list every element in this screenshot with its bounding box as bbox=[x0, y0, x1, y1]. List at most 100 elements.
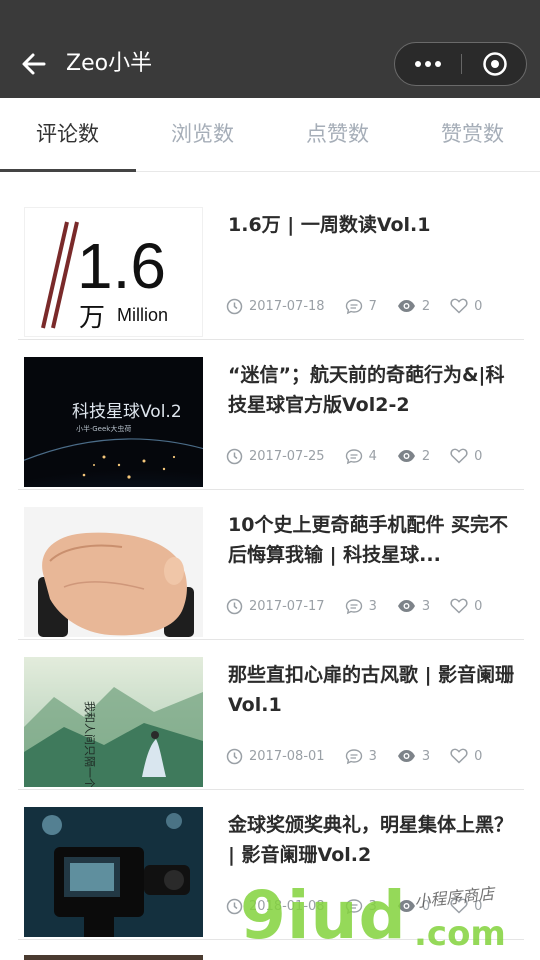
eye-icon bbox=[397, 600, 415, 612]
heart-icon bbox=[450, 748, 468, 764]
meta-likes: 0 bbox=[450, 298, 482, 314]
meta-comments: 3 bbox=[345, 898, 377, 915]
tab-likes[interactable]: 点赞数 bbox=[270, 98, 405, 172]
meta-likes: 0 bbox=[450, 448, 482, 464]
heart-icon bbox=[450, 598, 468, 614]
like-count: 0 bbox=[474, 748, 483, 764]
meta-likes: 0 bbox=[450, 898, 482, 914]
thumbnail-unit: 万 bbox=[79, 303, 105, 333]
thumbnail-heading: 科技星球Vol.2 bbox=[72, 402, 182, 422]
meta-date: 2018-01-08 bbox=[226, 898, 325, 915]
clock-icon bbox=[226, 598, 243, 614]
comment-icon bbox=[345, 748, 362, 764]
mini-program-capsule bbox=[394, 42, 527, 86]
tab-views[interactable]: 浏览数 bbox=[135, 98, 270, 172]
article-meta: 2017-07-25 4 2 0 bbox=[226, 446, 502, 466]
meta-date: 2017-07-17 bbox=[226, 598, 325, 615]
meta-comments: 7 bbox=[345, 298, 377, 315]
eye-icon bbox=[397, 900, 415, 912]
meta-likes: 0 bbox=[450, 598, 482, 614]
meta-date: 2017-08-01 bbox=[226, 748, 325, 765]
view-count: 3 bbox=[421, 598, 431, 614]
meta-comments: 4 bbox=[345, 448, 377, 465]
comment-count: 3 bbox=[368, 598, 377, 614]
comment-count: 7 bbox=[368, 298, 377, 314]
eye-icon bbox=[397, 450, 415, 462]
list-item[interactable]: 1.6 万 Million 1.6万 | 一周数读Vol.1 2017-07-1… bbox=[18, 190, 524, 340]
date-text: 2017-07-25 bbox=[249, 448, 325, 464]
more-button[interactable] bbox=[395, 43, 461, 85]
article-thumbnail: 科技星球Vol.2 小半·Geek大虫荷 bbox=[24, 357, 203, 487]
thumbnail-graphic bbox=[38, 532, 194, 637]
comment-icon bbox=[345, 298, 362, 314]
article-meta: 2017-07-17 3 3 0 bbox=[226, 596, 502, 616]
article-meta: 2017-07-18 7 2 0 bbox=[226, 296, 502, 316]
target-close-icon bbox=[483, 52, 507, 76]
view-count: 3 bbox=[421, 748, 431, 764]
dot-icon bbox=[435, 61, 441, 67]
article-title: 那些直扣心扉的古风歌 | 影音阑珊Vol.1 bbox=[228, 664, 515, 716]
comment-icon bbox=[345, 898, 362, 914]
like-count: 0 bbox=[474, 898, 483, 914]
eye-icon bbox=[397, 750, 415, 762]
thumbnail-calligraphy: 我和人间只隔一个你 bbox=[83, 701, 96, 787]
clock-icon bbox=[226, 298, 243, 314]
heart-icon bbox=[450, 298, 468, 314]
dot-icon bbox=[415, 61, 421, 67]
heart-icon bbox=[450, 898, 468, 914]
article-title: 金球奖颁奖典礼，明星集体上黑？ | 影音阑珊Vol.2 bbox=[228, 814, 514, 866]
meta-views: 2 bbox=[397, 299, 430, 314]
view-count: 0 bbox=[421, 898, 431, 914]
like-count: 0 bbox=[474, 598, 483, 614]
view-count: 2 bbox=[421, 448, 431, 464]
article-title: “迷信”；航天前的奇葩行为&|科技星球官方版Vol2-2 bbox=[228, 364, 505, 416]
nav-bar: Zeo小半 bbox=[0, 30, 540, 98]
article-title: 1.6万 | 一周数读Vol.1 bbox=[228, 214, 431, 236]
active-tab-indicator bbox=[0, 169, 136, 172]
view-count: 2 bbox=[421, 298, 431, 314]
comment-icon bbox=[345, 598, 362, 614]
list-item[interactable]: 我和人间只隔一个你 那些直扣心扉的古风歌 | 影音阑珊Vol.1 2017-08… bbox=[18, 640, 524, 790]
article-thumbnail bbox=[24, 807, 203, 937]
meta-views: 3 bbox=[397, 599, 430, 614]
date-text: 2017-08-01 bbox=[249, 748, 325, 764]
article-thumbnail: 我和人间只隔一个你 bbox=[24, 657, 203, 787]
list-item[interactable]: 金球奖颁奖典礼，明星集体上黑？ | 影音阑珊Vol.2 2018-01-08 3… bbox=[18, 790, 524, 940]
meta-views: 0 bbox=[397, 899, 430, 914]
clock-icon bbox=[226, 748, 243, 764]
page-title: Zeo小半 bbox=[66, 51, 153, 76]
thumbnail-caption: 小半·Geek大虫荷 bbox=[76, 424, 131, 433]
meta-views: 3 bbox=[397, 749, 430, 764]
tab-bar: 评论数 浏览数 点赞数 赞赏数 bbox=[0, 98, 540, 172]
comment-count: 3 bbox=[368, 748, 377, 764]
meta-likes: 0 bbox=[450, 748, 482, 764]
arrow-left-icon bbox=[22, 53, 46, 75]
date-text: 2018-01-08 bbox=[249, 898, 325, 914]
tab-comments[interactable]: 评论数 bbox=[0, 98, 135, 172]
close-button[interactable] bbox=[462, 43, 528, 85]
thumbnail-graphic: 科技星球Vol.2 小半·Geek大虫荷 bbox=[24, 402, 203, 487]
meta-date: 2017-07-18 bbox=[226, 298, 325, 315]
clock-icon bbox=[226, 898, 243, 914]
back-button[interactable] bbox=[18, 48, 50, 80]
tab-rewards[interactable]: 赞赏数 bbox=[405, 98, 540, 172]
thumbnail-graphic bbox=[24, 807, 203, 937]
comment-icon bbox=[345, 448, 362, 464]
list-item[interactable]: 10个史上更奇葩手机配件 买完不后悔算我输 | 科技星球... 2017-07-… bbox=[18, 490, 524, 640]
thumbnail-caption: Million bbox=[117, 305, 168, 325]
thumbnail-number: 1.6 bbox=[77, 230, 166, 302]
article-title: 10个史上更奇葩手机配件 买完不后悔算我输 | 科技星球... bbox=[228, 514, 509, 566]
next-item-thumbnail-peek bbox=[24, 955, 203, 960]
date-text: 2017-07-18 bbox=[249, 298, 325, 314]
meta-date: 2017-07-25 bbox=[226, 448, 325, 465]
article-thumbnail: 1.6 万 Million bbox=[24, 207, 203, 337]
status-bar bbox=[0, 0, 540, 30]
thumbnail-graphic: 1.6 万 Million bbox=[41, 221, 168, 333]
article-meta: 2018-01-08 3 0 0 bbox=[226, 896, 502, 916]
meta-views: 2 bbox=[397, 449, 430, 464]
like-count: 0 bbox=[474, 448, 483, 464]
comment-count: 3 bbox=[368, 898, 377, 914]
clock-icon bbox=[226, 448, 243, 464]
list-item[interactable]: 科技星球Vol.2 小半·Geek大虫荷 “迷信”；航天前的奇葩行为&|科技星球… bbox=[18, 340, 524, 490]
comment-count: 4 bbox=[368, 448, 377, 464]
